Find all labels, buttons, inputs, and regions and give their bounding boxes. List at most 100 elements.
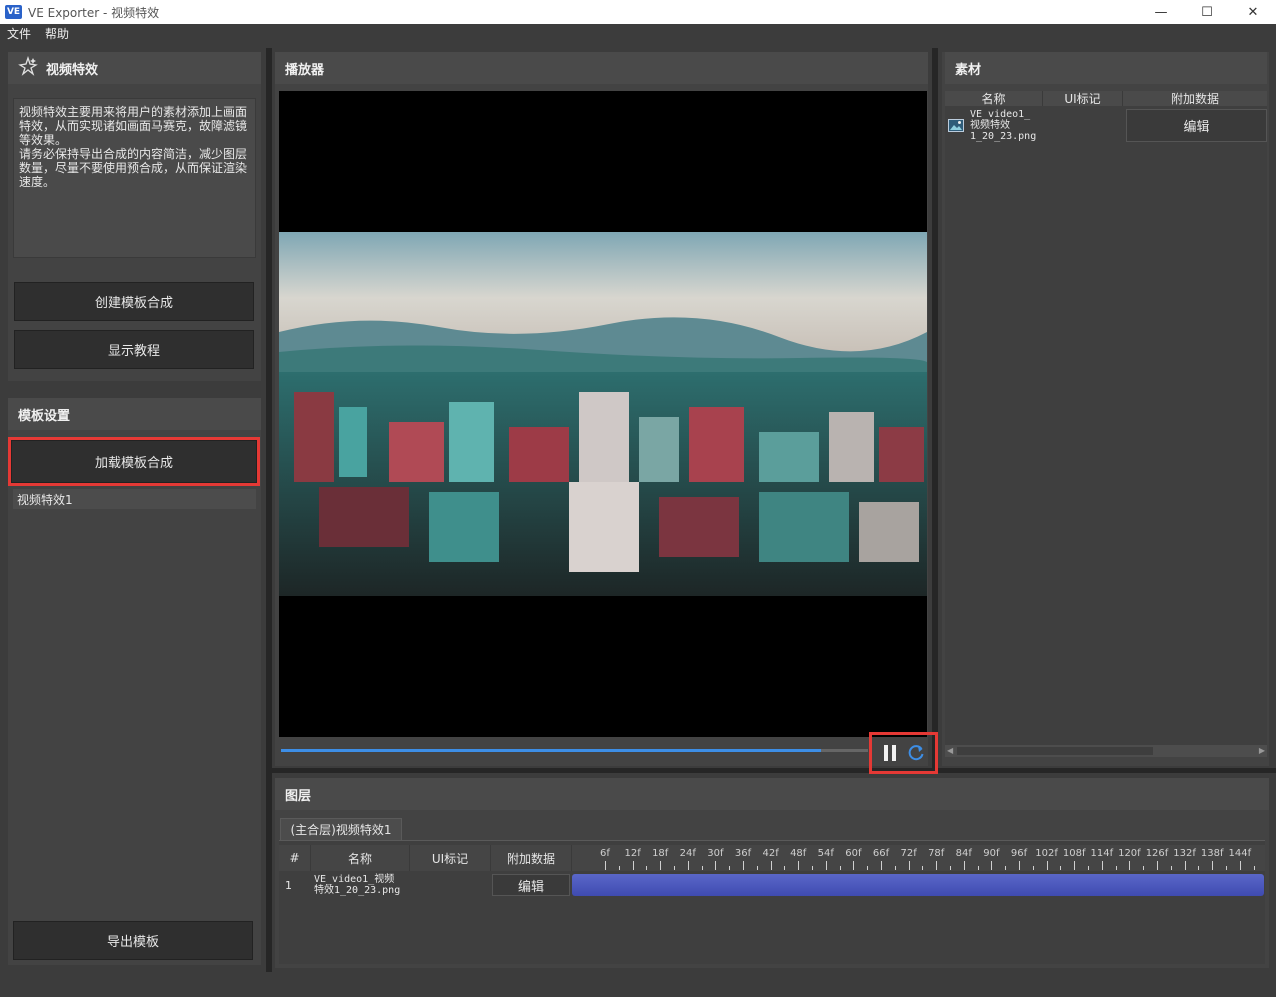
- timeline-minor-tick: [729, 866, 731, 870]
- show-tutorial-button[interactable]: 显示教程: [14, 330, 254, 369]
- layer-edit-button[interactable]: 编辑: [492, 874, 570, 896]
- export-template-button[interactable]: 导出模板: [13, 921, 253, 960]
- timeline-tick-mark: [1101, 861, 1103, 870]
- timeline-tick-label: 84f: [955, 848, 972, 859]
- materials-row[interactable]: VE_video1_ 视频特效 1_20_23.png 编辑: [945, 107, 1267, 147]
- timeline-tick-label: 12f: [624, 848, 641, 859]
- timeline-minor-tick: [922, 866, 924, 870]
- layers-header: 图层: [275, 778, 1269, 810]
- playback-controls: [869, 732, 938, 774]
- materials-table-header: 名称 UI标记 附加数据: [945, 91, 1267, 106]
- timeline-minor-tick: [839, 866, 841, 870]
- layer-name: VE_video1_视频 特效1_20_23.png: [314, 874, 401, 896]
- playback-progress[interactable]: [281, 749, 868, 752]
- layer-index: 1: [285, 879, 292, 892]
- timeline-tick-mark: [881, 861, 882, 870]
- timeline-minor-tick: [1170, 866, 1172, 870]
- timeline-tick-mark: [798, 861, 800, 870]
- layer-track-bar[interactable]: [572, 874, 1264, 896]
- timeline-minor-tick: [701, 866, 703, 870]
- materials-scrollbar[interactable]: ◀ ▶: [945, 745, 1267, 757]
- timeline-minor-tick: [977, 866, 979, 870]
- materials-panel: 素材 名称 UI标记 附加数据 VE_video1_ 视频特效 1_20_23.…: [942, 52, 1269, 766]
- col-name[interactable]: 名称: [945, 91, 1043, 106]
- timeline-minor-tick: [674, 866, 675, 870]
- effects-panel-title: 视频特效: [46, 62, 99, 78]
- material-edit-button[interactable]: 编辑: [1126, 109, 1267, 142]
- timeline-tick-label: 120f: [1118, 848, 1141, 859]
- maximize-button[interactable]: ☐: [1184, 0, 1230, 24]
- layers-col-extra[interactable]: 附加数据: [491, 845, 572, 871]
- scroll-right-arrow[interactable]: ▶: [1259, 746, 1265, 755]
- timeline-tick-label: 114f: [1090, 848, 1114, 859]
- timeline-minor-tick: [1143, 866, 1145, 870]
- timeline-minor-tick: [894, 866, 896, 870]
- pause-icon[interactable]: [882, 744, 898, 762]
- effects-panel: 视频特效 视频特效主要用来将用户的素材添加上画面特效，从而实现诸如画面马赛克，故…: [8, 52, 261, 381]
- video-viewport[interactable]: [279, 91, 927, 737]
- col-ui-mark[interactable]: UI标记: [1043, 91, 1123, 106]
- scroll-left-arrow[interactable]: ◀: [947, 746, 953, 755]
- middle-splitter[interactable]: [932, 48, 938, 772]
- menu-file[interactable]: 文件: [0, 25, 38, 42]
- load-template-button[interactable]: 加载模板合成: [8, 437, 260, 486]
- create-template-button[interactable]: 创建模板合成: [14, 282, 254, 321]
- timeline-tick-mark: [853, 861, 855, 870]
- timeline-tick-label: 108f: [1062, 848, 1086, 859]
- layers-col-index[interactable]: #: [279, 845, 311, 871]
- template-list-item[interactable]: 视频特效1: [13, 489, 256, 509]
- layers-panel: 图层 (主合层)视频特效1 # 名称 UI标记 附加数据 6f 12f 18f 24f…: [275, 778, 1269, 968]
- left-splitter[interactable]: [266, 48, 272, 972]
- layers-table-header: # 名称 UI标记 附加数据: [279, 845, 572, 871]
- timeline-tick-label: 54f: [817, 848, 834, 859]
- col-extra-data[interactable]: 附加数据: [1123, 91, 1267, 106]
- playback-progress-fill: [281, 749, 822, 752]
- timeline-minor-tick: [867, 866, 869, 870]
- effects-panel-header: 视频特效: [8, 52, 261, 84]
- timeline-tick-mark: [963, 861, 965, 870]
- timeline-tick-label: 96f: [1010, 848, 1028, 859]
- timeline-tick-label: 6f: [600, 848, 610, 859]
- timeline-tick-label: 42f: [762, 848, 779, 859]
- timeline-tick-mark: [1019, 861, 1020, 870]
- timeline-minor-tick: [784, 866, 786, 870]
- layers-col-ui-mark[interactable]: UI标记: [410, 845, 491, 871]
- timeline-ruler[interactable]: 6f 12f 18f 24f 30f 36f 42f 48f 54f 60f 66f 72f 78f 84…: [572, 845, 1265, 871]
- timeline-tick-label: 18f: [652, 848, 669, 859]
- timeline-tick-label: 138f: [1200, 848, 1224, 859]
- layer-row[interactable]: 1 VE_video1_视频 特效1_20_23.png 编辑: [279, 871, 1265, 899]
- timeline-minor-tick: [1115, 866, 1117, 870]
- timeline-minor-tick: [756, 866, 758, 870]
- timeline-tick-label: 102f: [1035, 848, 1058, 859]
- timeline-minor-tick: [1032, 866, 1034, 870]
- image-icon: [948, 119, 964, 135]
- layers-col-name[interactable]: 名称: [311, 845, 410, 871]
- player-panel: 播放器: [275, 52, 928, 766]
- timeline-tick-mark: [1074, 861, 1076, 870]
- timeline-tick-mark: [715, 861, 717, 870]
- minimize-button[interactable]: —: [1138, 0, 1184, 24]
- replay-icon[interactable]: [907, 744, 925, 762]
- video-frame: [279, 232, 927, 596]
- menu-help[interactable]: 帮助: [38, 25, 76, 42]
- material-name: VE_video1_ 视频特效 1_20_23.png: [970, 109, 1037, 142]
- timeline-tick-mark: [770, 861, 772, 870]
- layers-table: # 名称 UI标记 附加数据 6f 12f 18f 24f 30f 36f 42f 48f 54…: [279, 840, 1265, 964]
- timeline-tick-label: 72f: [900, 848, 917, 859]
- title-bar: VE VE Exporter - 视频特效 — ☐ ✕: [0, 0, 1276, 24]
- timeline-minor-tick: [1198, 866, 1200, 870]
- timeline-tick-mark: [1157, 861, 1158, 870]
- timeline-tick-label: 24f: [679, 848, 696, 859]
- timeline-minor-tick: [812, 866, 813, 870]
- template-settings-header: 模板设置: [8, 398, 261, 430]
- close-button[interactable]: ✕: [1230, 0, 1276, 24]
- timeline-minor-tick: [1088, 866, 1089, 870]
- effects-description: 视频特效主要用来将用户的素材添加上画面特效，从而实现诸如画面马赛克，故障滤镜等效…: [13, 98, 256, 258]
- timeline-tick-label: 48f: [790, 848, 807, 859]
- timeline-tick-mark: [936, 861, 938, 870]
- timeline-tick-mark: [1184, 861, 1186, 870]
- timeline-tick-label: 132f: [1173, 848, 1196, 859]
- materials-scroll-thumb[interactable]: [957, 747, 1153, 755]
- horizontal-splitter[interactable]: [272, 768, 1276, 773]
- tab-main-composition[interactable]: (主合层)视频特效1: [280, 818, 402, 840]
